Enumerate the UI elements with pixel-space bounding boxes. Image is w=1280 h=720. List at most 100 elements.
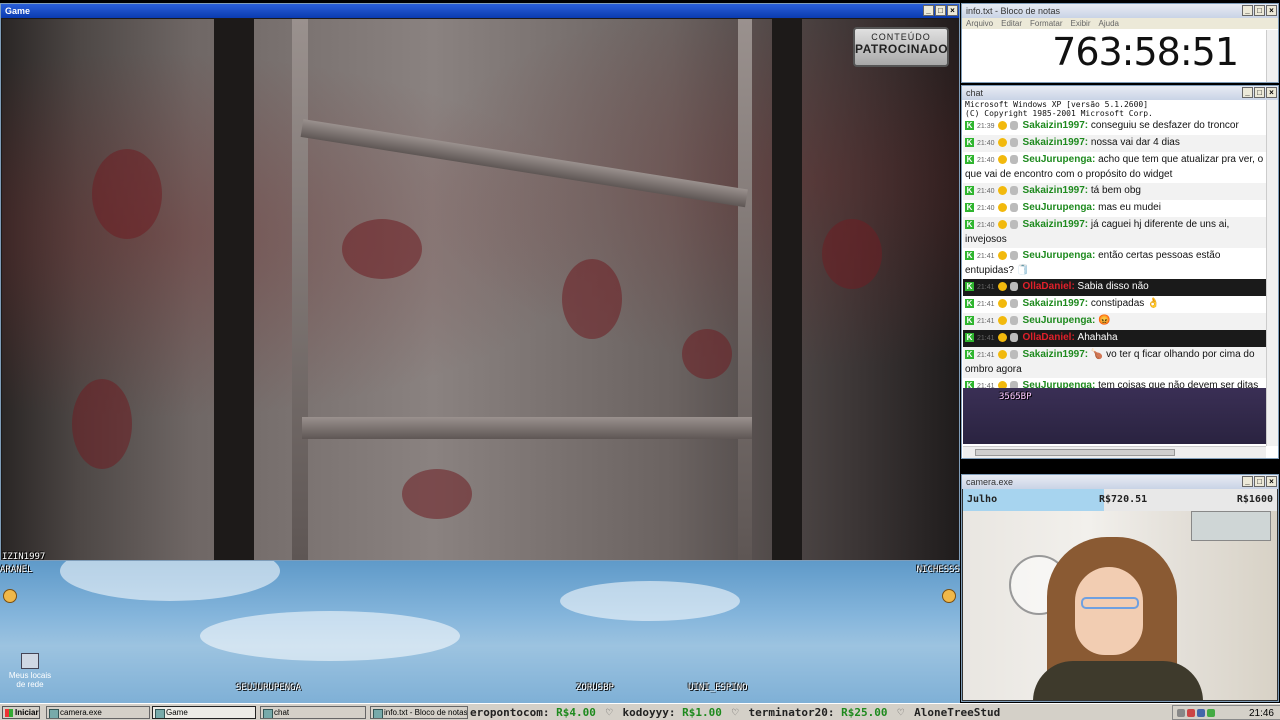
maximize-button[interactable]: □ — [935, 5, 946, 16]
coin-badge-icon — [997, 137, 1007, 147]
game-points: 3565BP — [999, 392, 1032, 402]
user-badge-icon — [1009, 298, 1018, 308]
tray-icon[interactable] — [1197, 709, 1205, 717]
minimize-button[interactable]: _ — [1242, 87, 1253, 98]
coin-badge-icon — [997, 120, 1007, 130]
goal-target: R$1600 — [1236, 494, 1273, 505]
sponsored-badge: CONTEÚDO PATROCINADO — [853, 27, 949, 67]
overlay-username: UINI_ESPINO — [688, 683, 748, 693]
start-button[interactable]: Iniciar — [2, 706, 40, 719]
user-badge-icon — [1009, 120, 1018, 130]
user-badge-icon — [1009, 154, 1018, 164]
message-username[interactable]: SeuJurupenga: — [1023, 315, 1099, 326]
message-username[interactable]: Sakaizin1997: — [1023, 137, 1091, 148]
message-username[interactable]: OllaDaniel: — [1023, 281, 1078, 292]
maximize-button[interactable]: □ — [1254, 87, 1265, 98]
kick-icon: K — [965, 185, 974, 195]
message-username[interactable]: SeuJurupenga: — [1023, 202, 1099, 213]
chat-message: K 21:41 Sakaizin1997: constipadas 👌 — [963, 296, 1266, 313]
taskbar-item-chat[interactable]: chat — [260, 706, 366, 719]
message-username[interactable]: Sakaizin1997: — [1023, 349, 1091, 360]
streamer-face — [1075, 567, 1143, 655]
menu-ajuda[interactable]: Ajuda — [1099, 18, 1119, 29]
chat-message: K 21:40 SeuJurupenga: mas eu mudei — [963, 200, 1266, 217]
message-text: Sabia disso não — [1077, 281, 1149, 292]
message-text: conseguiu se desfazer do troncor — [1090, 120, 1239, 131]
taskbar-item-camera[interactable]: camera.exe — [46, 706, 150, 719]
notepad-menubar: Arquivo Editar Formatar Exibir Ajuda — [962, 18, 1278, 29]
overlay-username: ZORUSBP — [576, 683, 614, 693]
tray-icon[interactable] — [1187, 709, 1195, 717]
message-time: 21:41 — [977, 301, 995, 308]
badge-line1: CONTEÚDO — [871, 32, 931, 42]
message-time: 21:40 — [977, 222, 995, 229]
notepad-scrollbar[interactable] — [1266, 30, 1278, 82]
scroll-thumb[interactable] — [975, 449, 1175, 456]
menu-formatar[interactable]: Formatar — [1030, 18, 1062, 29]
window-frame-left — [292, 19, 308, 560]
window-frame-right — [738, 19, 752, 560]
tray-icon[interactable] — [1177, 709, 1185, 717]
kick-icon: K — [965, 219, 974, 229]
user-badge-icon — [1009, 202, 1018, 212]
menu-arquivo[interactable]: Arquivo — [966, 18, 993, 29]
message-time: 21:40 — [977, 205, 995, 212]
message-username[interactable]: Sakaizin1997: — [1023, 219, 1091, 230]
camera-window[interactable]: camera.exe _ □ × Julho R$720.51 R$1600 — [961, 474, 1279, 702]
kick-icon: K — [965, 250, 974, 260]
minimize-button[interactable]: _ — [1242, 476, 1253, 487]
window-bar-top — [300, 119, 748, 208]
coin-badge-icon — [997, 349, 1007, 359]
streamer-glasses — [1081, 597, 1139, 609]
game-titlebar[interactable]: Game _ □ × — [1, 4, 959, 18]
blood-stain — [562, 259, 622, 339]
game-window[interactable]: Game _ □ × CONTEÚDO PATROCINADO IZIN1997 — [0, 3, 960, 561]
user-badge-icon — [1009, 219, 1018, 229]
message-username[interactable]: SeuJurupenga: — [1023, 250, 1099, 261]
ticker-user: eropontocom: — [470, 706, 557, 719]
tray-icon[interactable] — [1207, 709, 1215, 717]
message-username[interactable]: OllaDaniel: — [1023, 332, 1078, 343]
menu-editar[interactable]: Editar — [1001, 18, 1022, 29]
message-username[interactable]: SeuJurupenga: — [1023, 154, 1099, 165]
message-list: K 21:39 Sakaizin1997: conseguiu se desfaze… — [963, 118, 1266, 426]
close-button[interactable]: × — [1266, 476, 1277, 487]
message-text: 🍗 vo ter q ficar olhando por cima do omb… — [965, 349, 1255, 375]
overlay-username: ARANEL — [0, 565, 33, 575]
taskbar-item-notepad[interactable]: info.txt - Bloco de notas — [370, 706, 468, 719]
message-text: 😡 — [1098, 315, 1111, 326]
message-time: 21:40 — [977, 140, 995, 147]
taskbar-item-game[interactable]: Game — [152, 706, 256, 719]
minimize-button[interactable]: _ — [1242, 5, 1253, 16]
chat-titlebar[interactable]: chat _ □ × — [962, 86, 1278, 100]
blood-stain — [342, 219, 422, 279]
close-button[interactable]: × — [1266, 5, 1277, 16]
chat-hscrollbar[interactable] — [963, 446, 1266, 458]
chat-message: K 21:40 Sakaizin1997: nossa vai dar 4 dias — [963, 135, 1266, 152]
message-username[interactable]: Sakaizin1997: — [1023, 185, 1091, 196]
network-places-icon[interactable]: Meus locais de rede — [4, 653, 56, 689]
close-button[interactable]: × — [1266, 87, 1277, 98]
chat-window[interactable]: chat _ □ × Microsoft Windows XP [versão … — [961, 85, 1279, 459]
chat-message: K 21:41 OllaDaniel: Sabia disso não — [963, 279, 1266, 296]
blood-stain — [682, 329, 732, 379]
menu-exibir[interactable]: Exibir — [1070, 18, 1090, 29]
donation-goal-bar: Julho R$720.51 R$1600 — [963, 489, 1277, 511]
message-time: 21:41 — [977, 284, 995, 291]
camera-title: camera.exe — [966, 477, 1014, 487]
notepad-titlebar[interactable]: info.txt - Bloco de notas _ □ × — [962, 4, 1278, 18]
ticker-amount: R$25.00 — [841, 706, 888, 719]
close-button[interactable]: × — [947, 5, 958, 16]
message-username[interactable]: Sakaizin1997: — [1023, 120, 1091, 131]
maximize-button[interactable]: □ — [1254, 476, 1265, 487]
maximize-button[interactable]: □ — [1254, 5, 1265, 16]
kick-icon: K — [965, 120, 974, 130]
chat-message: K 21:40 SeuJurupenga: acho que tem que atu… — [963, 152, 1266, 183]
minimize-button[interactable]: _ — [923, 5, 934, 16]
chick-sprite-icon — [942, 589, 956, 603]
message-username[interactable]: Sakaizin1997: — [1023, 298, 1091, 309]
notepad-window[interactable]: info.txt - Bloco de notas _ □ × Arquivo … — [961, 3, 1279, 83]
camera-titlebar[interactable]: camera.exe _ □ × — [962, 475, 1278, 489]
chat-vscrollbar[interactable] — [1266, 100, 1278, 446]
badge-line2: PATROCINADO — [855, 42, 949, 56]
